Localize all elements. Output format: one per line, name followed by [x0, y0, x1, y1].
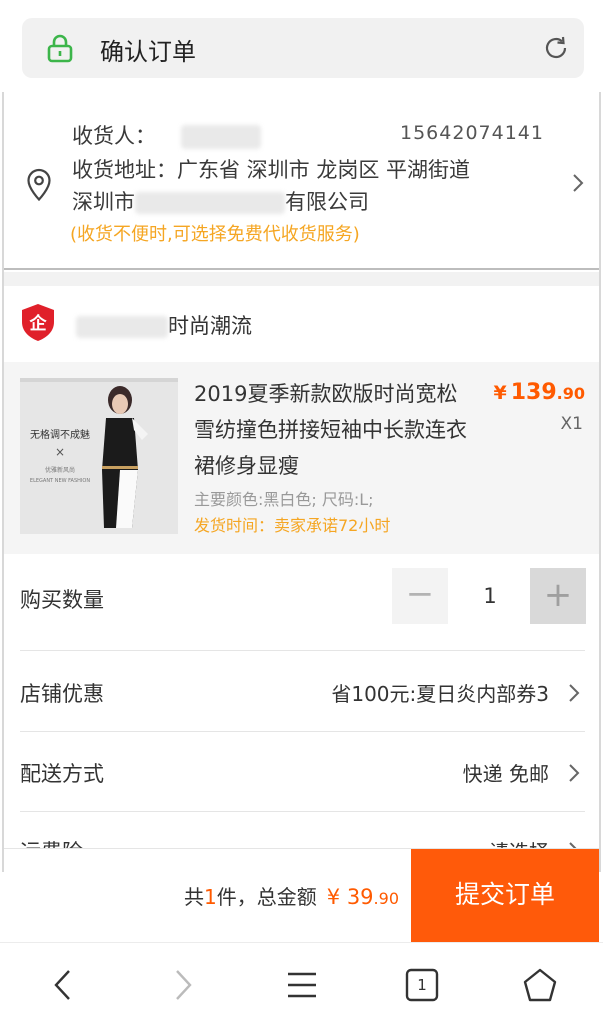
- address-redacted: [135, 192, 285, 214]
- image-caption: 优雅新风尚: [45, 466, 75, 474]
- right-frame: [599, 92, 601, 872]
- recipient-label: 收货人：: [72, 124, 156, 148]
- address-line-1: 收货地址：广东省 深圳市 龙岗区 平湖街道: [72, 158, 471, 182]
- total-amount: ¥ 39.90: [327, 885, 399, 909]
- image-slogan: 无格调不成魅: [30, 428, 90, 441]
- browser-nav-bar: 1: [0, 942, 603, 1024]
- image-caption-en: ELEGANT NEW FASHION: [30, 478, 90, 484]
- shipping-address-card[interactable]: 收货人： 15642074141 收货地址：广东省 深圳市 龙岗区 平湖街道 深…: [4, 92, 599, 270]
- lock-icon: [47, 34, 73, 63]
- total-count: 1: [204, 885, 217, 909]
- delivery-method-row[interactable]: 配送方式 快递 免邮: [4, 732, 599, 812]
- product-title[interactable]: 2019夏季新款欧版时尚宽松雪纺撞色拼接短袖中长款连衣裙修身显瘦: [194, 376, 470, 484]
- recipient-name-redacted: [180, 125, 261, 149]
- shop-name-suffix: 时尚潮流: [168, 314, 252, 338]
- location-pin-icon: [27, 168, 51, 202]
- shop-name: 时尚潮流: [76, 310, 252, 340]
- total-prefix: 共: [184, 885, 205, 909]
- quantity-label: 购买数量: [20, 588, 104, 612]
- browser-address-bar: 确认订单: [0, 0, 603, 92]
- price-symbol: ¥: [493, 382, 507, 404]
- recipient-row: 收货人：: [72, 120, 261, 150]
- product-quantity: X1: [560, 414, 583, 434]
- shipping-insurance-row[interactable]: 运费险 请选择: [4, 812, 599, 852]
- delivery-value: 快递 免邮: [462, 762, 549, 786]
- quantity-plus-button[interactable]: +: [530, 568, 586, 624]
- product-image[interactable]: 无格调不成魅 × 优雅新风尚 ELEGANT NEW FASHION: [20, 378, 178, 534]
- chevron-right-icon: [573, 174, 584, 192]
- shop-logo-text: 企: [29, 313, 48, 334]
- total-symbol: ¥: [326, 885, 341, 909]
- price-decimal: .90: [556, 384, 585, 403]
- tabs-button[interactable]: 1: [402, 965, 442, 1005]
- submit-order-button[interactable]: 提交订单: [411, 849, 599, 943]
- discount-value: 省100元:夏日炎内部券3: [331, 682, 549, 706]
- shop-name-redacted: [76, 316, 168, 338]
- menu-icon[interactable]: [282, 965, 322, 1005]
- recipient-phone: 15642074141: [400, 122, 544, 144]
- quantity-minus-button[interactable]: −: [392, 568, 448, 624]
- tab-count: 1: [417, 976, 427, 994]
- address-company: 有限公司: [285, 190, 369, 214]
- shop-row[interactable]: 企 时尚潮流: [4, 286, 599, 362]
- shop-discount-row[interactable]: 店铺优惠 省100元:夏日炎内部券3: [4, 652, 599, 732]
- back-icon[interactable]: [44, 965, 84, 1005]
- total-decimal: .90: [373, 889, 399, 908]
- section-gap: [4, 272, 599, 286]
- total-middle: 件，总金额: [216, 885, 317, 909]
- address-note[interactable]: (收货不便时,可选择免费代收货服务): [70, 220, 360, 246]
- quantity-value[interactable]: 1: [462, 568, 518, 624]
- product-photo: 无格调不成魅 × 优雅新风尚 ELEGANT NEW FASHION: [20, 378, 178, 534]
- product-spec: 主要颜色:黑白色; 尺码:L;: [194, 490, 374, 509]
- page-title: 确认订单: [100, 38, 196, 66]
- forward-icon[interactable]: [162, 965, 202, 1005]
- image-cross: ×: [55, 445, 65, 459]
- chevron-right-icon: [569, 684, 580, 702]
- product-item[interactable]: 无格调不成魅 × 优雅新风尚 ELEGANT NEW FASHION 2019夏…: [4, 362, 599, 554]
- total-integer: 39: [346, 885, 374, 909]
- divider: [20, 650, 585, 651]
- url-box[interactable]: 确认订单: [22, 18, 584, 78]
- discount-label: 店铺优惠: [20, 682, 104, 706]
- chevron-right-icon: [569, 764, 580, 782]
- shop-logo-icon: 企: [22, 304, 54, 341]
- shipping-promise: 发货时间：卖家承诺72小时: [194, 516, 391, 535]
- price-integer: 139: [510, 380, 557, 405]
- reload-icon[interactable]: [542, 34, 570, 62]
- address-line-2: 深圳市 有限公司: [72, 186, 369, 216]
- order-total: 共1件，总金额 ¥ 39.90: [184, 881, 399, 910]
- delivery-label: 配送方式: [20, 762, 104, 786]
- home-icon[interactable]: [520, 965, 560, 1005]
- order-summary-bar: 共1件，总金额 ¥ 39.90 提交订单: [4, 848, 599, 943]
- address-city: 深圳市: [72, 190, 135, 214]
- quantity-row: 购买数量 − 1 +: [4, 558, 599, 638]
- product-price: ¥139.90: [493, 380, 585, 405]
